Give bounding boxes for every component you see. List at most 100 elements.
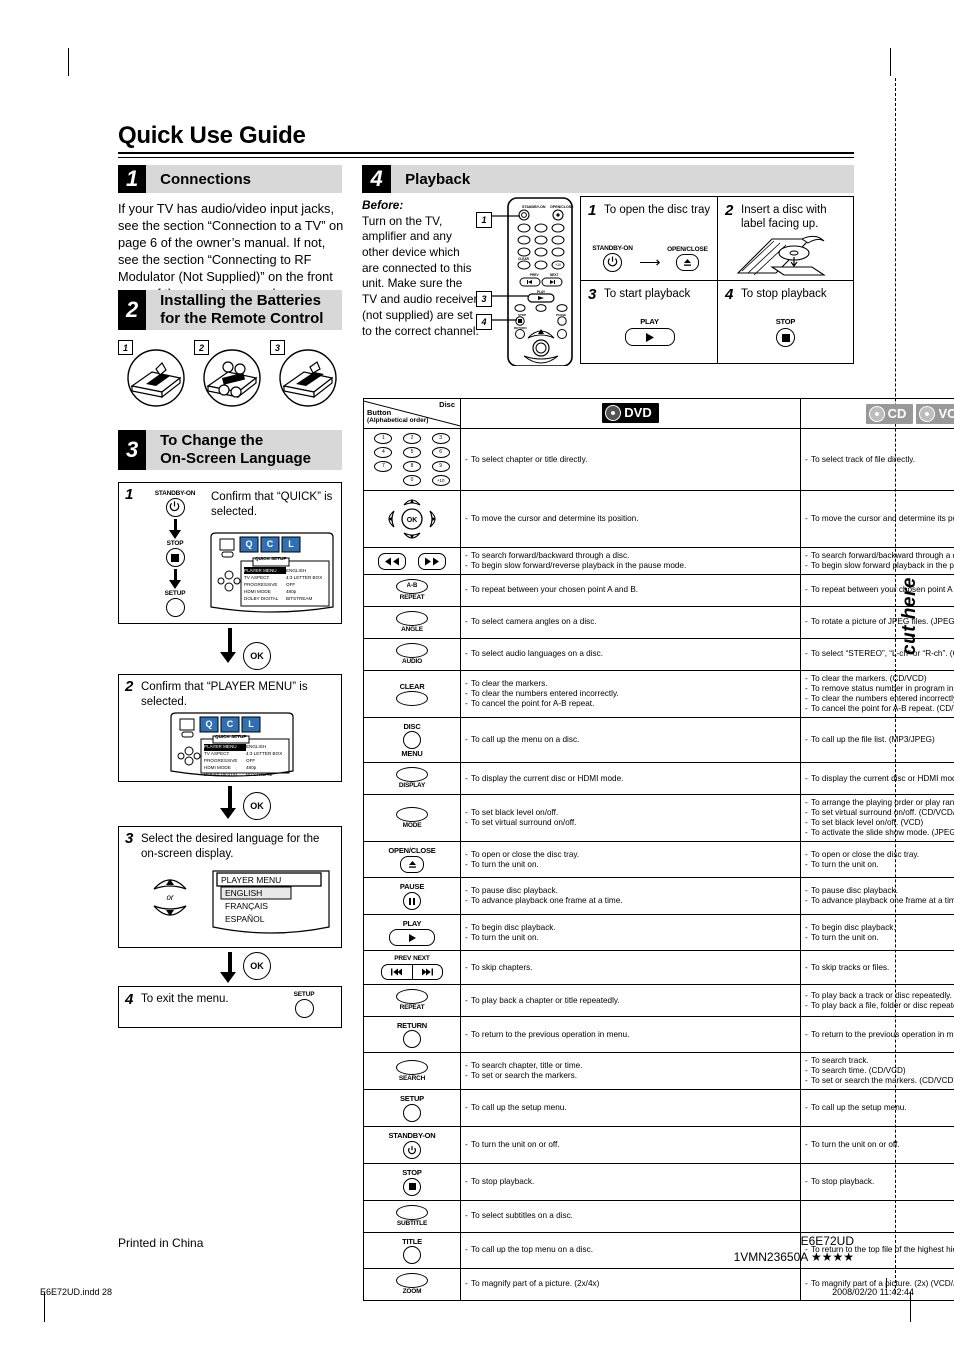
description-item: To repeat between your chosen point A an… [805, 585, 954, 595]
description-item: To turn the unit on. [805, 933, 954, 943]
mode-icon[interactable] [366, 806, 458, 822]
display-icon[interactable] [366, 767, 458, 783]
description-list: To move the cursor and determine its pos… [465, 514, 796, 524]
description-list: To select camera angles on a disc. [465, 617, 796, 627]
description-list: To pause disc playback.To advance playba… [465, 886, 796, 906]
standby-on-icon-3[interactable] [602, 253, 622, 272]
osd-1-rows: PLAYER MENU ENGLISH TV ASPECT 4:3 LETTER B… [244, 567, 323, 602]
description-item: To clear the numbers entered incorrectly… [805, 694, 954, 704]
standby-on-label: STANDBY-ON [154, 490, 196, 497]
button-icon-cell: SETUP [363, 1089, 461, 1127]
osd-3-option-2[interactable]: ESPAÑOL [225, 914, 265, 924]
table-row: PREVNEXT To skip chapters. To skip tracks … [363, 950, 954, 986]
ok-button-1[interactable]: OK [243, 642, 271, 670]
search-icon[interactable] [366, 1059, 458, 1075]
setup-icon-2[interactable] [294, 999, 314, 1018]
page-root: cut here Quick Use Guide 1 Connections I… [0, 0, 954, 1351]
osd-3-option-1[interactable]: FRANÇAIS [225, 901, 268, 911]
description-item: To move the cursor and determine its pos… [465, 514, 796, 524]
disc-menu-icon[interactable] [366, 730, 458, 749]
dvd-description-cell: To select subtitles on a disc. [460, 1199, 801, 1233]
dvd-description-cell: To repeat between your chosen point A an… [460, 574, 801, 607]
pause-icon[interactable] [403, 892, 421, 911]
playback-cell-4-text: To stop playback [741, 288, 827, 300]
zoom-icon[interactable] [366, 1272, 458, 1288]
other-description-cell: To arrange the playing order or play ran… [800, 793, 954, 842]
dvd-description-cell: To display the current disc or HDMI mode… [460, 762, 801, 795]
cursor-pad-icon[interactable]: OK [382, 495, 442, 543]
svg-text:OK: OK [407, 517, 418, 524]
play-icon[interactable] [624, 328, 675, 346]
return-icon[interactable] [366, 1030, 458, 1049]
description-item: To select camera angles on a disc. [465, 617, 796, 627]
description-list: To select chapter or title directly. [465, 455, 796, 465]
model-code: E6E72UD [800, 1234, 854, 1248]
description-item: To select track of file directly. [805, 455, 954, 465]
svg-text:Q: Q [245, 539, 252, 549]
standby-on-icon-table[interactable] [403, 1140, 421, 1159]
part-number-line: 1VMN23650A ★★★★ [734, 1250, 854, 1264]
section-4-number: 4 [362, 165, 392, 193]
crop-mark-tr [890, 48, 891, 76]
search-backward-icon[interactable] [378, 552, 406, 570]
disc-icon-dvd [603, 402, 624, 424]
stop-icon-table[interactable] [403, 1177, 421, 1196]
search-forward-icon[interactable] [418, 552, 446, 570]
audio-icon[interactable] [366, 642, 458, 658]
description-list: To move the cursor and determine its pos… [805, 514, 954, 524]
star-rating: ★★★★ [810, 1250, 854, 1264]
button-icon-cell [363, 547, 461, 575]
description-item: To search forward/backward through a dis… [465, 551, 796, 561]
up-arrow-icon[interactable] [152, 873, 188, 891]
table-row: ANGLE To select camera angles on a disc. T… [363, 605, 954, 639]
description-list: To select track of file directly. [805, 455, 954, 465]
table-row: OPEN/CLOSE To open or close the disc tray… [363, 840, 954, 879]
table-row: PLAYTo begin disc playback.To turn the u… [363, 914, 954, 952]
description-item: To search time. (CD/VCD) [805, 1066, 954, 1076]
stop-icon-2[interactable] [776, 328, 795, 347]
osd-2-rows: PLAYER MENU ENGLISH TV ASPECT 4:3 LETTER B… [204, 744, 283, 777]
dvd-description-cell: To return to the previous operation in m… [460, 1016, 801, 1054]
play-label: PLAY [640, 317, 659, 326]
other-description-cell: To display the current disc or HDMI mode… [800, 762, 954, 795]
playback-cell-3-text: To start playback [604, 288, 691, 300]
button-icon-cell: PAUSE [363, 877, 461, 916]
other-format-badges: CD VCD MP3 JPEG [803, 403, 954, 424]
title-icon[interactable] [366, 1245, 458, 1264]
dvd-description-cell: To select chapter or title directly. [460, 428, 801, 491]
dvd-description-cell: To select audio languages on a disc. [460, 637, 801, 671]
ok-button-2[interactable]: OK [243, 792, 271, 820]
osd-3-option-0[interactable]: ENGLISH [225, 888, 262, 898]
play-icon-table[interactable] [389, 929, 435, 947]
description-item: To turn the unit on. [465, 860, 796, 870]
description-list: To call up the setup menu. [805, 1103, 954, 1113]
setup-icon[interactable] [366, 1103, 458, 1122]
ab-repeat-icon[interactable]: A-B [396, 579, 428, 594]
eject-icon[interactable] [400, 856, 424, 874]
repeat-icon[interactable] [366, 989, 458, 1005]
header-button-label: Button [367, 408, 392, 417]
description-list: To skip chapters. [465, 963, 796, 973]
ok-button-3[interactable]: OK [243, 952, 271, 980]
empty-dash: — [805, 1210, 954, 1223]
button-label: MODE [402, 821, 422, 829]
section-4-title: Playback [391, 165, 854, 193]
section-3-title-line2: On-Screen Language [160, 450, 311, 467]
other-description-cell: To turn the unit on or off. [800, 1125, 954, 1164]
description-item: To search chapter, title or time. [465, 1061, 796, 1071]
description-list: To call up the setup menu. [465, 1103, 796, 1113]
subtitle-icon[interactable] [366, 1204, 458, 1220]
angle-icon[interactable] [366, 610, 458, 626]
svg-text:L: L [248, 719, 254, 729]
arrow-right-icon: ⟶ [639, 253, 661, 271]
clear-icon[interactable] [366, 690, 458, 706]
description-list: To play back a chapter or title repeated… [465, 996, 796, 1006]
description-item: To set or search the markers. [465, 1071, 796, 1081]
down-arrow-icon[interactable] [152, 904, 188, 922]
open-close-icon[interactable] [675, 254, 699, 271]
prev-next-icon[interactable] [381, 964, 443, 981]
other-description-cell: To repeat between your chosen point A an… [800, 574, 954, 607]
button-label: CLEAR [399, 681, 425, 691]
description-list: To display the current disc or HDMI mode… [805, 774, 954, 784]
vcd-label: VCD [938, 405, 954, 421]
